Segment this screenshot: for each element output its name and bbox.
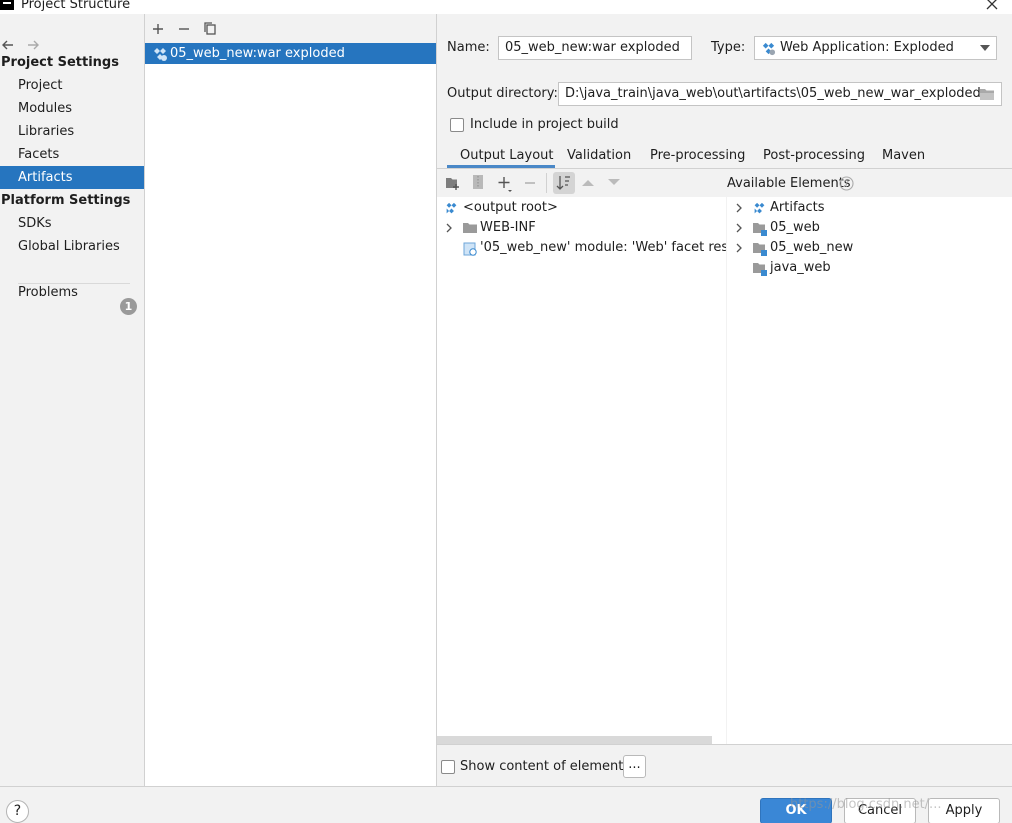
output-layout-toolbar [437,169,727,197]
add-element-icon[interactable] [497,175,515,193]
module-folder-icon [752,242,768,256]
module-05-web-new-label: 05_web_new [770,240,854,255]
tab-output-layout[interactable]: Output Layout [460,148,553,163]
chevron-right-icon[interactable] [733,202,745,214]
sidebar-item-modules[interactable]: Modules [0,97,144,120]
folder-icon [462,222,478,234]
project-settings-header: Project Settings [1,55,119,70]
artifact-list-panel: 05_web_new:war exploded [145,14,437,786]
remove-icon[interactable] [176,21,192,37]
module-folder-icon [752,222,768,236]
intellij-app-icon [0,0,14,10]
dialog-footer: ? OK Cancel Apply https://blog.csdn.net/… [0,786,1012,823]
module-05-web-label: 05_web [770,220,820,235]
output-directory-label: Output directory: [447,86,558,101]
web-facet-icon [463,242,477,256]
close-icon[interactable] [984,0,1000,12]
artifact-list-toolbar [145,14,436,43]
available-elements-title: Available Elements [727,176,851,191]
title-bar: Project Structure [0,0,1012,14]
web-application-icon [761,41,776,56]
tree-row-web-inf[interactable]: WEB-INF [437,218,726,238]
copy-icon[interactable] [202,21,218,37]
problems-count-badge: 1 [120,298,137,315]
output-layout-options: Show content of elements ... [437,744,1012,786]
web-inf-label: WEB-INF [480,220,536,235]
output-directory-value: D:\java_train\java_web\out\artifacts\05_… [565,86,981,101]
tree-row-module-05-web[interactable]: 05_web [727,218,1012,238]
show-content-label[interactable]: Show content of elements [460,759,630,774]
chevron-right-icon[interactable] [443,222,455,234]
add-icon[interactable] [150,21,166,37]
tree-row-module-java-web[interactable]: java_web [727,258,1012,278]
tree-row-output-root[interactable]: <output root> [437,198,726,218]
help-circle-icon[interactable]: ? [839,176,854,191]
platform-settings-header: Platform Settings [1,193,131,208]
available-elements-tree: Artifacts 05_web 05_web_new java_web [727,197,1012,744]
include-in-build-label[interactable]: Include in project build [470,117,619,132]
sidebar-item-facets[interactable]: Facets [0,143,144,166]
type-dropdown[interactable]: Web Application: Exploded [754,36,997,60]
window-title: Project Structure [21,0,131,12]
artifacts-label: Artifacts [770,200,825,215]
type-label: Type: [711,40,746,55]
tree-row-web-facet-resources[interactable]: '05_web_new' module: 'Web' facet resourc… [437,238,726,258]
module-java-web-label: java_web [770,260,831,275]
watermark: https://blog.csdn.net/... [790,797,942,812]
tab-validation[interactable]: Validation [567,148,631,163]
tab-post-processing[interactable]: Post-processing [763,148,865,163]
toolbar-separator [546,173,547,193]
sort-elements-icon[interactable] [553,172,575,194]
sidebar-item-global-libraries[interactable]: Global Libraries [0,235,144,258]
browse-folder-icon[interactable] [979,87,995,101]
tree-row-module-05-web-new[interactable]: 05_web_new [727,238,1012,258]
remove-element-icon[interactable] [523,176,537,190]
create-archive-icon[interactable] [471,174,485,190]
output-layout-tree: <output root> WEB-INF '05_web_new' modul… [437,197,726,744]
forward-arrow-icon[interactable] [25,37,41,53]
chevron-right-icon[interactable] [733,242,745,254]
chevron-down-icon [980,45,990,52]
web-facet-resources-label: '05_web_new' module: 'Web' facet resourc… [480,240,726,255]
tab-pre-processing[interactable]: Pre-processing [650,148,745,163]
module-folder-icon [752,262,768,276]
show-content-checkbox[interactable] [441,760,455,774]
back-arrow-icon[interactable] [0,37,16,53]
artifacts-icon [753,202,766,215]
output-root-icon [445,202,458,215]
artifact-details-panel: Name: 05_web_new:war exploded Type: Web … [437,14,1012,786]
artifact-name-label: 05_web_new:war exploded [170,46,345,61]
sidebar-item-artifacts[interactable]: Artifacts [0,166,144,189]
artifact-list-item[interactable]: 05_web_new:war exploded [145,43,436,64]
name-field[interactable]: 05_web_new:war exploded [498,36,692,60]
help-button[interactable]: ? [6,800,29,823]
type-dropdown-value: Web Application: Exploded [780,40,954,55]
move-up-icon[interactable] [581,178,595,187]
tree-row-artifacts[interactable]: Artifacts [727,198,1012,218]
move-down-icon[interactable] [607,178,621,187]
web-artifact-icon [152,46,168,62]
sidebar-item-libraries[interactable]: Libraries [0,120,144,143]
include-in-build-checkbox[interactable] [450,118,464,132]
sidebar-item-project[interactable]: Project [0,74,144,97]
svg-text:?: ? [844,179,849,190]
new-directory-icon[interactable] [445,176,461,190]
sidebar-item-sdks[interactable]: SDKs [0,212,144,235]
output-directory-field[interactable]: D:\java_train\java_web\out\artifacts\05_… [558,82,1002,106]
name-label: Name: [447,40,490,55]
settings-sidebar: Project Settings Project Modules Librari… [0,14,145,786]
chevron-right-icon[interactable] [733,222,745,234]
output-root-label: <output root> [463,200,558,215]
horizontal-scrollbar[interactable] [437,736,712,744]
tab-maven[interactable]: Maven [882,148,925,163]
more-options-button[interactable]: ... [623,755,646,778]
